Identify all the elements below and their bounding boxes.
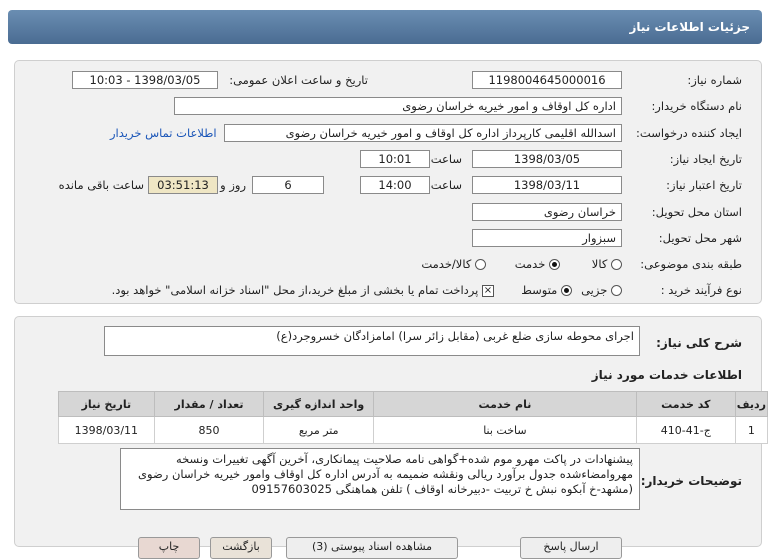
view-attachments-button[interactable]: مشاهده اسناد پیوستی (3) <box>286 537 458 559</box>
requester-label: ایجاد کننده درخواست: <box>636 126 742 140</box>
remaining-time-field: 03:51:13 <box>148 176 218 194</box>
validity-time-field: 14:00 <box>360 176 430 194</box>
process-type-label: نوع فرآیند خرید : <box>660 283 742 297</box>
created-date-field: 1398/03/05 <box>472 150 622 168</box>
services-section-title: اطلاعات خدمات مورد نیاز <box>591 368 742 382</box>
buyer-org-field: اداره کل اوقاف و امور خیریه خراسان رضوی <box>174 97 622 115</box>
province-field: خراسان رضوی <box>472 203 622 221</box>
buyer-notes-field: پیشنهادات در پاکت مهرو موم شده+گواهی نام… <box>120 448 640 510</box>
treasury-payment-option[interactable]: × پرداخت تمام یا بخشی از مبلغ خرید،از مح… <box>112 283 494 297</box>
need-number-label: شماره نیاز: <box>687 73 742 87</box>
cell-quantity: 850 <box>153 416 265 444</box>
col-qty-header: تعداد / مقدار <box>153 391 265 417</box>
process-medium-label: متوسط <box>521 283 558 297</box>
process-minor-radio[interactable] <box>611 285 622 296</box>
validity-hour-label: ساعت <box>430 178 462 192</box>
process-minor-label: جزیی <box>581 283 608 297</box>
cell-need-date: 1398/03/11 <box>58 416 155 444</box>
province-label: استان محل تحویل: <box>651 205 742 219</box>
process-option-minor[interactable]: جزیی <box>581 283 622 297</box>
remaining-days-field: 6 <box>252 176 324 194</box>
created-time-field: 10:01 <box>360 150 430 168</box>
buyer-notes-label: توضیحات خریدار: <box>640 474 742 488</box>
days-label: روز و <box>220 178 246 192</box>
table-row: 1 ج-41-410 ساخت بنا متر مربع 850 1398/03… <box>58 416 769 444</box>
back-button[interactable]: بازگشت <box>210 537 272 559</box>
process-option-medium[interactable]: متوسط <box>521 283 572 297</box>
validity-date-label: تاریخ اعتبار نیاز: <box>666 178 742 192</box>
validity-date-field: 1398/03/11 <box>472 176 622 194</box>
treasury-payment-checkbox[interactable]: × <box>482 284 494 297</box>
announce-datetime-field: 1398/03/05 - 10:03 <box>72 71 218 89</box>
summary-label: شرح کلی نیاز: <box>656 336 742 350</box>
send-reply-button[interactable]: ارسال پاسخ <box>520 537 622 559</box>
page-title: جزئیات اطلاعات نیاز <box>629 20 750 34</box>
city-field: سبزوار <box>472 229 622 247</box>
col-name-header: نام خدمت <box>372 391 637 417</box>
cell-unit: متر مربع <box>263 416 374 444</box>
cell-service-code: ج-41-410 <box>635 416 736 444</box>
col-code-header: کد خدمت <box>635 391 736 417</box>
process-medium-radio[interactable] <box>561 285 572 296</box>
buyer-org-label: نام دستگاه خریدار: <box>651 99 742 113</box>
city-label: شهر محل تحویل: <box>658 231 742 245</box>
category-goods-label: کالا <box>591 257 608 271</box>
category-both-label: کالا/خدمت <box>421 257 472 271</box>
summary-field: اجرای محوطه سازی ضلع غربی (مقابل زائر سر… <box>104 326 640 356</box>
category-service-label: خدمت <box>514 257 546 271</box>
print-button[interactable]: چاپ <box>138 537 200 559</box>
announce-datetime-label: تاریخ و ساعت اعلان عمومی: <box>229 73 368 87</box>
category-option-both[interactable]: کالا/خدمت <box>421 257 486 271</box>
col-unit-header: واحد اندازه گیری <box>263 391 374 417</box>
category-both-radio[interactable] <box>475 259 486 270</box>
page-title-bar: جزئیات اطلاعات نیاز <box>8 10 762 44</box>
col-date-header: تاریخ نیاز <box>58 391 155 417</box>
services-table-header: ردیف کد خدمت نام خدمت واحد اندازه گیری ت… <box>58 391 769 417</box>
category-goods-radio[interactable] <box>611 259 622 270</box>
buyer-contact-link[interactable]: اطلاعات تماس خریدار <box>110 126 217 140</box>
services-table: ردیف کد خدمت نام خدمت واحد اندازه گیری ت… <box>58 391 769 444</box>
category-option-service[interactable]: خدمت <box>515 257 560 271</box>
category-label: طبقه بندی موضوعی: <box>640 257 742 271</box>
need-number-field: 1198004645000016 <box>472 71 622 89</box>
treasury-payment-note: پرداخت تمام یا بخشی از مبلغ خرید،از محل … <box>111 283 479 297</box>
category-option-goods[interactable]: کالا <box>592 257 622 271</box>
remaining-time-label: ساعت باقی مانده <box>58 178 144 192</box>
requester-field: اسدالله اقلیمی کارپرداز اداره کل اوقاف و… <box>224 124 622 142</box>
col-row-header: ردیف <box>734 391 769 417</box>
created-date-label: تاریخ ایجاد نیاز: <box>669 152 742 166</box>
cell-service-name: ساخت بنا <box>372 416 637 444</box>
created-hour-label: ساعت <box>430 152 462 166</box>
cell-row-number: 1 <box>734 416 769 444</box>
category-service-radio[interactable] <box>549 259 560 270</box>
